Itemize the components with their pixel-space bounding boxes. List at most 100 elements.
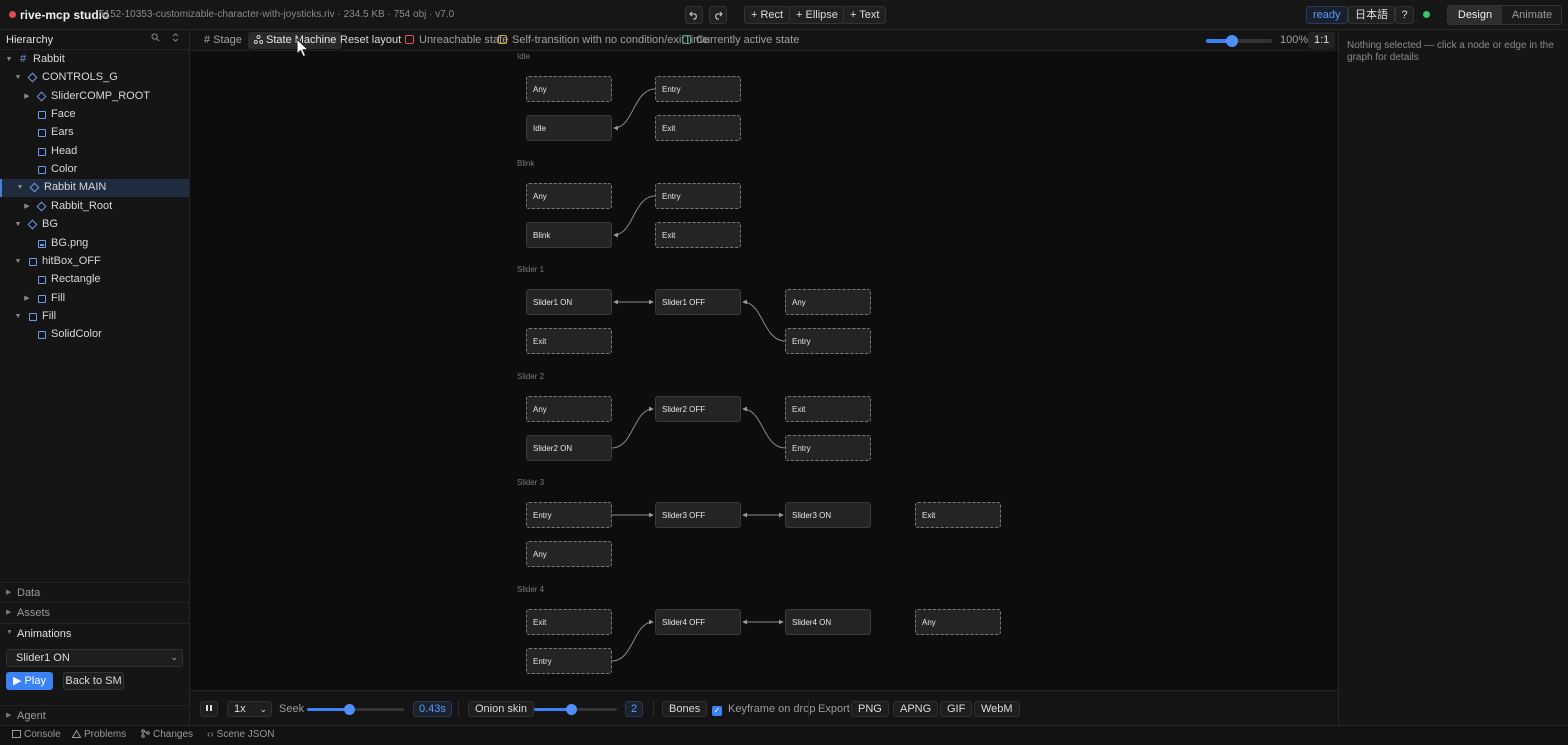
tree-item[interactable]: ▼ Fill (0, 308, 189, 326)
state-node[interactable]: Idle (526, 115, 612, 141)
chevron-down-icon[interactable]: ▼ (13, 311, 23, 323)
checkbox-checked-icon[interactable]: ✓ (712, 706, 722, 716)
state-node[interactable]: Exit (915, 502, 1001, 528)
chevron-right-icon[interactable]: ▶ (22, 91, 32, 103)
state-node[interactable]: Entry (526, 502, 612, 528)
state-node[interactable]: Exit (526, 328, 612, 354)
play-button[interactable]: ▶ Play (6, 672, 53, 690)
transition-edge[interactable] (742, 406, 786, 449)
collapse-all-icon[interactable] (168, 33, 182, 47)
keyframe-on-drop-toggle[interactable]: ✓ Keyframe on drop (712, 701, 815, 717)
undo-button[interactable] (685, 6, 703, 24)
onion-skin-slider-handle[interactable] (565, 704, 577, 715)
chevron-down-icon[interactable]: ▼ (15, 182, 25, 194)
tree-item[interactable]: ▶ Fill (0, 290, 189, 308)
tree-item[interactable]: Color (0, 161, 189, 179)
mode-design-button[interactable]: Design (1448, 6, 1502, 24)
state-node[interactable]: Slider1 ON (526, 289, 612, 315)
state-node[interactable]: Exit (655, 115, 741, 141)
transition-edge[interactable] (611, 406, 654, 449)
animation-select[interactable]: Slider1 ON ⌄ (6, 649, 183, 667)
tree-item[interactable]: SolidColor (0, 326, 189, 344)
chevron-down-icon[interactable]: ▼ (13, 256, 23, 268)
problems-tab[interactable]: Problems (71, 729, 126, 740)
state-node[interactable]: Any (526, 183, 612, 209)
redo-button[interactable] (709, 6, 727, 24)
transition-edge[interactable] (742, 299, 786, 342)
state-node[interactable]: Exit (526, 609, 612, 635)
export-gif-button[interactable]: GIF (940, 701, 973, 717)
section-data[interactable]: ▶ Data (0, 582, 189, 602)
chevron-right-icon[interactable]: ▶ (22, 293, 32, 305)
console-tab[interactable]: Console (12, 729, 61, 740)
state-node[interactable]: Entry (526, 648, 612, 674)
state-node[interactable]: Slider3 OFF (655, 502, 741, 528)
state-node[interactable]: Slider2 ON (526, 435, 612, 461)
export-apng-button[interactable]: APNG (893, 701, 939, 717)
tree-item[interactable]: Head (0, 143, 189, 161)
language-button[interactable]: 日本語 (1348, 6, 1395, 24)
changes-tab[interactable]: Changes (141, 729, 193, 740)
state-node[interactable]: Exit (655, 222, 741, 248)
tree-item[interactable]: ▶ SliderCOMP_ROOT (0, 88, 189, 106)
zoom-reset-button[interactable]: 1:1 (1308, 32, 1336, 49)
back-to-sm-button[interactable]: Back to SM (63, 672, 124, 690)
zoom-slider-handle[interactable] (1226, 35, 1238, 47)
state-node[interactable]: Slider4 ON (785, 609, 871, 635)
state-machine-canvas[interactable]: Idle Any Entry Idle Exit Blink Any Entry Blink Ex… (190, 51, 1338, 690)
seek-slider-handle[interactable] (343, 704, 355, 715)
scene-json-tab[interactable]: ‹› Scene JSON (207, 729, 274, 740)
reset-layout-button[interactable]: Reset layout (334, 32, 407, 49)
transition-edge[interactable] (611, 619, 654, 662)
tab-stage[interactable]: # Stage (198, 32, 248, 49)
speed-select[interactable]: 1x ⌄ (227, 701, 272, 717)
tree-item[interactable]: Ears (0, 124, 189, 142)
tree-item[interactable]: ▼ hitBox_OFF (0, 253, 189, 271)
add-text-button[interactable]: + Text (843, 6, 887, 24)
state-node[interactable]: Any (526, 396, 612, 422)
seek-slider[interactable] (307, 704, 404, 715)
state-node[interactable]: Any (526, 76, 612, 102)
state-node[interactable]: Any (785, 289, 871, 315)
mode-animate-button[interactable]: Animate (1503, 6, 1561, 24)
onion-skin-button[interactable]: Onion skin (468, 701, 534, 717)
add-rect-button[interactable]: + Rect (744, 6, 791, 24)
tree-item[interactable]: Rectangle (0, 271, 189, 289)
export-png-button[interactable]: PNG (851, 701, 889, 717)
tree-item[interactable]: ▼ # Rabbit (0, 51, 189, 69)
export-webm-button[interactable]: WebM (974, 701, 1020, 717)
transition-edge[interactable] (613, 195, 656, 238)
section-agent[interactable]: ▶ Agent (0, 705, 189, 725)
zoom-slider[interactable] (1206, 35, 1272, 47)
chevron-down-icon[interactable]: ▼ (13, 219, 23, 231)
chevron-down-icon[interactable]: ▼ (13, 72, 23, 84)
help-button[interactable]: ? (1395, 6, 1414, 24)
tree-item[interactable]: BG.png (0, 235, 189, 253)
state-node[interactable]: Slider2 OFF (655, 396, 741, 422)
chevron-right-icon[interactable]: ▶ (22, 201, 32, 213)
tree-item[interactable]: ▼ CONTROLS_G (0, 69, 189, 87)
chevron-down-icon[interactable]: ▼ (4, 54, 14, 66)
pause-button[interactable] (200, 701, 218, 717)
tree-item[interactable]: Face (0, 106, 189, 124)
state-node[interactable]: Any (915, 609, 1001, 635)
state-node[interactable]: Blink (526, 222, 612, 248)
state-node[interactable]: Slider4 OFF (655, 609, 741, 635)
tree-item[interactable]: ▼ BG (0, 216, 189, 234)
state-node[interactable]: Slider1 OFF (655, 289, 741, 315)
state-node[interactable]: Exit (785, 396, 871, 422)
add-ellipse-button[interactable]: + Ellipse (789, 6, 845, 24)
state-node[interactable]: Entry (785, 435, 871, 461)
transition-edge[interactable] (613, 88, 656, 131)
section-assets[interactable]: ▶ Assets (0, 602, 189, 622)
state-node[interactable]: Slider3 ON (785, 502, 871, 528)
state-node[interactable]: Entry (785, 328, 871, 354)
onion-skin-slider[interactable] (534, 704, 617, 715)
state-node[interactable]: Any (526, 541, 612, 567)
section-animations[interactable]: ▼ Animations (0, 623, 189, 643)
tree-item[interactable]: ▶ Rabbit_Root (0, 198, 189, 216)
search-icon[interactable] (148, 33, 162, 47)
state-node[interactable]: Entry (655, 183, 741, 209)
tree-item[interactable]: ▼ Rabbit MAIN (0, 179, 189, 198)
bones-button[interactable]: Bones (662, 701, 708, 717)
